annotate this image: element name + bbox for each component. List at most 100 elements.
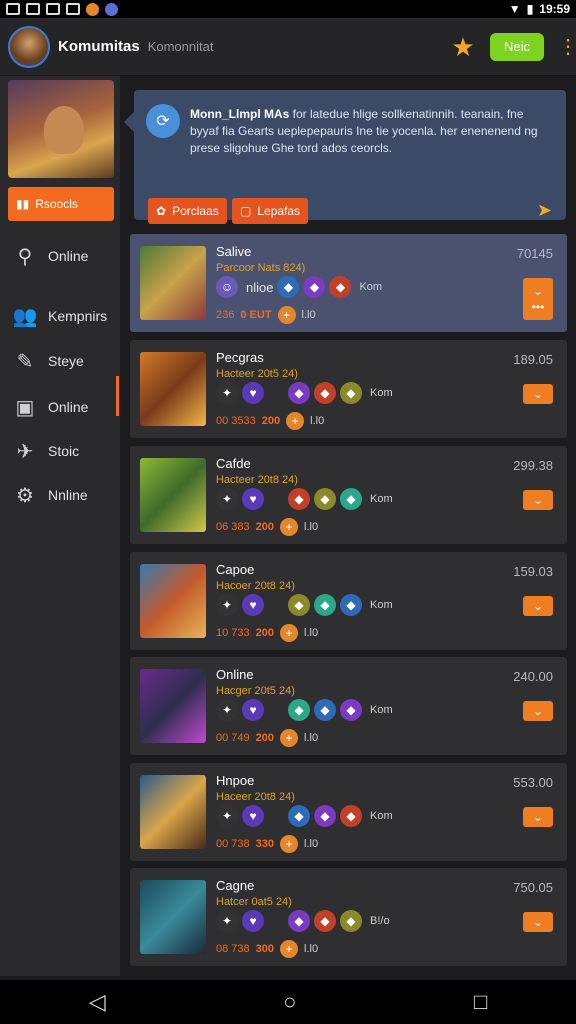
info-banner: ⟳ Monn_Llmpl MAs for latedue hlige sollk… xyxy=(124,90,566,224)
back-icon[interactable]: ◁ xyxy=(89,989,106,1015)
star-icon[interactable]: ★ xyxy=(450,34,476,60)
card-avatars: ✦ ♥ ◆ ◆ ◆ B!/o xyxy=(216,910,390,932)
recommend-label: Rsoocls xyxy=(35,197,78,211)
stat-primary: 10 733 xyxy=(216,627,250,639)
expand-button[interactable]: ⌄ xyxy=(523,912,553,932)
add-icon[interactable]: + xyxy=(280,940,299,958)
game-thumbnail xyxy=(140,564,206,638)
home-icon[interactable]: ○ xyxy=(283,989,296,1015)
stat-primary: 00 3533 xyxy=(216,415,256,427)
game-thumbnail xyxy=(140,458,206,532)
hero-avatar-icon: ◆ xyxy=(340,805,362,827)
app-header: Komumitas Komonnitat ★ Neic ⋮ xyxy=(0,18,576,76)
sidebar-item-label: Online xyxy=(48,248,89,264)
recommend-button[interactable]: ▮▮ Rsoocls xyxy=(8,187,114,221)
stat-secondary: 200 xyxy=(261,415,281,427)
hero-avatar-icon: ◆ xyxy=(277,276,300,298)
sidebar-item-nnline[interactable]: ⚙ Nnline xyxy=(0,475,120,515)
hero-avatar-icon: ◆ xyxy=(314,910,336,932)
banner-button-1[interactable]: ✿ Porclaas xyxy=(148,198,227,224)
hero-avatar-icon: ✦ xyxy=(216,382,238,404)
add-icon[interactable]: + xyxy=(277,306,296,324)
card-stats: 00 3533 200 + l.l0 xyxy=(216,412,324,430)
stat-tertiary: l.l0 xyxy=(301,309,316,321)
refresh-icon: ✿ xyxy=(156,204,167,218)
more-menu-icon[interactable]: ⋮ xyxy=(558,34,576,59)
recents-icon[interactable]: □ xyxy=(474,989,487,1015)
status-time: 19:59 xyxy=(539,2,570,16)
card-stats: 10 733 200 + l.l0 xyxy=(216,624,318,642)
game-thumbnail xyxy=(140,775,206,849)
list-item[interactable]: Cafde Hacteer 20t8 24) 299.38 ✦ ♥ ◆ ◆ ◆ Kom … xyxy=(130,446,567,544)
chevron-down-icon: ⌄ xyxy=(532,599,544,613)
expand-button[interactable]: ⌄ ••• xyxy=(523,278,553,320)
card-title: Online xyxy=(216,667,254,682)
hero-avatar-icon: ◆ xyxy=(314,699,336,721)
expand-button[interactable]: ⌄ xyxy=(523,807,553,827)
sidebar-item-kempnirs[interactable]: 👥 Kempnirs xyxy=(0,296,120,336)
card-value: 240.00 xyxy=(513,669,553,684)
sidebar-item-online-2[interactable]: ▣ Online xyxy=(0,387,120,427)
card-tag: Kom xyxy=(370,493,393,505)
add-icon[interactable]: + xyxy=(280,835,299,853)
list-item[interactable]: Online Hacger 20t5 24) 240.00 ✦ ♥ ◆ ◆ ◆ Kom … xyxy=(130,657,567,755)
link-icon: ⟳ xyxy=(146,104,180,138)
card-stats: 06 383 200 + l.l0 xyxy=(216,518,318,536)
hero-avatar-icon: ◆ xyxy=(340,594,362,616)
expand-button[interactable]: ⌄ xyxy=(523,596,553,616)
expand-button[interactable]: ⌄ xyxy=(523,384,553,404)
alien-icon: ☺ xyxy=(216,276,238,298)
stat-secondary: 200 xyxy=(255,627,275,639)
list-item[interactable]: Pecgras Hacteer 20t5 24) 189.05 ✦ ♥ ◆ ◆ ◆ Ko… xyxy=(130,340,567,438)
hero-avatar-icon: ◆ xyxy=(288,382,310,404)
notification-icon xyxy=(26,3,40,15)
sidebar-item-stoic[interactable]: ✈ Stoic xyxy=(0,431,120,471)
sidebar-item-label: Kempnirs xyxy=(48,308,108,324)
add-icon[interactable]: + xyxy=(286,412,305,430)
hero-image[interactable] xyxy=(8,80,114,178)
app-icon xyxy=(86,2,99,16)
sidebar: ▮▮ Rsoocls ⚲ Online 👥 Kempnirs ✎ Steye ▣… xyxy=(0,76,120,976)
expand-button[interactable]: ⌄ xyxy=(523,701,553,721)
list-item[interactable]: Hnpoe Haceer 20t8 24) 553.00 ✦ ♥ ◆ ◆ ◆ Kom 0… xyxy=(130,763,567,861)
avatar[interactable] xyxy=(8,25,50,68)
hero-avatar-icon: ◆ xyxy=(303,276,326,298)
card-avatars: ✦ ♥ ◆ ◆ ◆ Kom xyxy=(216,382,393,404)
sidebar-item-steye[interactable]: ✎ Steye xyxy=(0,341,120,381)
card-avatars: ☺ nlioe ◆ ◆ ◆ Kom xyxy=(216,276,382,298)
card-subtitle: Hacger 20t5 24) xyxy=(216,685,295,697)
chevron-down-icon: ⌄ xyxy=(532,704,544,718)
plane-icon: ✈ xyxy=(16,440,34,463)
card-title: Cafde xyxy=(216,456,251,471)
gear-icon: ⚙ xyxy=(16,484,34,507)
banner-button-2[interactable]: ▢ Lepafas xyxy=(232,198,309,224)
card-subtitle: Hatcer 0at5 24) xyxy=(216,896,292,908)
add-icon[interactable]: + xyxy=(280,624,299,642)
heart-icon: ♥ xyxy=(242,594,264,616)
hero-avatar-icon: ◆ xyxy=(314,382,336,404)
list-item[interactable]: Capoe Hacoer 20t8 24) 159.03 ✦ ♥ ◆ ◆ ◆ Kom 1… xyxy=(130,552,567,650)
app-subtitle: Komonnitat xyxy=(147,39,214,54)
list-item[interactable]: Salive Parcoor Nats 824) 70145 ☺ nlioe ◆ ◆ ◆… xyxy=(130,234,567,332)
stat-secondary: 200 xyxy=(255,732,275,744)
status-bar: ▼ ▮ 19:59 xyxy=(0,0,576,18)
sidebar-item-online[interactable]: ⚲ Online xyxy=(0,236,120,276)
card-stats: 08 738 300 + l.l0 xyxy=(216,940,318,958)
add-icon[interactable]: + xyxy=(280,729,299,747)
window-icon: ▣ xyxy=(15,396,35,419)
game-thumbnail xyxy=(140,880,206,954)
card-value: 189.05 xyxy=(513,352,553,367)
stat-secondary: 0 EUT xyxy=(240,309,272,321)
card-stats: 00 749 200 + l.l0 xyxy=(216,729,318,747)
list-item[interactable]: Cagne Hatcer 0at5 24) 750.05 ✦ ♥ ◆ ◆ ◆ B!/o … xyxy=(130,868,567,966)
window-icon: ▢ xyxy=(240,204,252,218)
new-button[interactable]: Neic xyxy=(490,32,544,61)
expand-button[interactable]: ⌄ xyxy=(523,490,553,510)
hero-avatar-icon: ◆ xyxy=(288,910,310,932)
stat-primary: 236 xyxy=(216,309,235,321)
more-icon: ••• xyxy=(531,300,545,314)
add-icon[interactable]: + xyxy=(280,518,299,536)
pencil-icon: ✎ xyxy=(16,350,34,373)
stat-tertiary: l.l0 xyxy=(310,415,325,427)
stat-secondary: 330 xyxy=(255,838,275,850)
